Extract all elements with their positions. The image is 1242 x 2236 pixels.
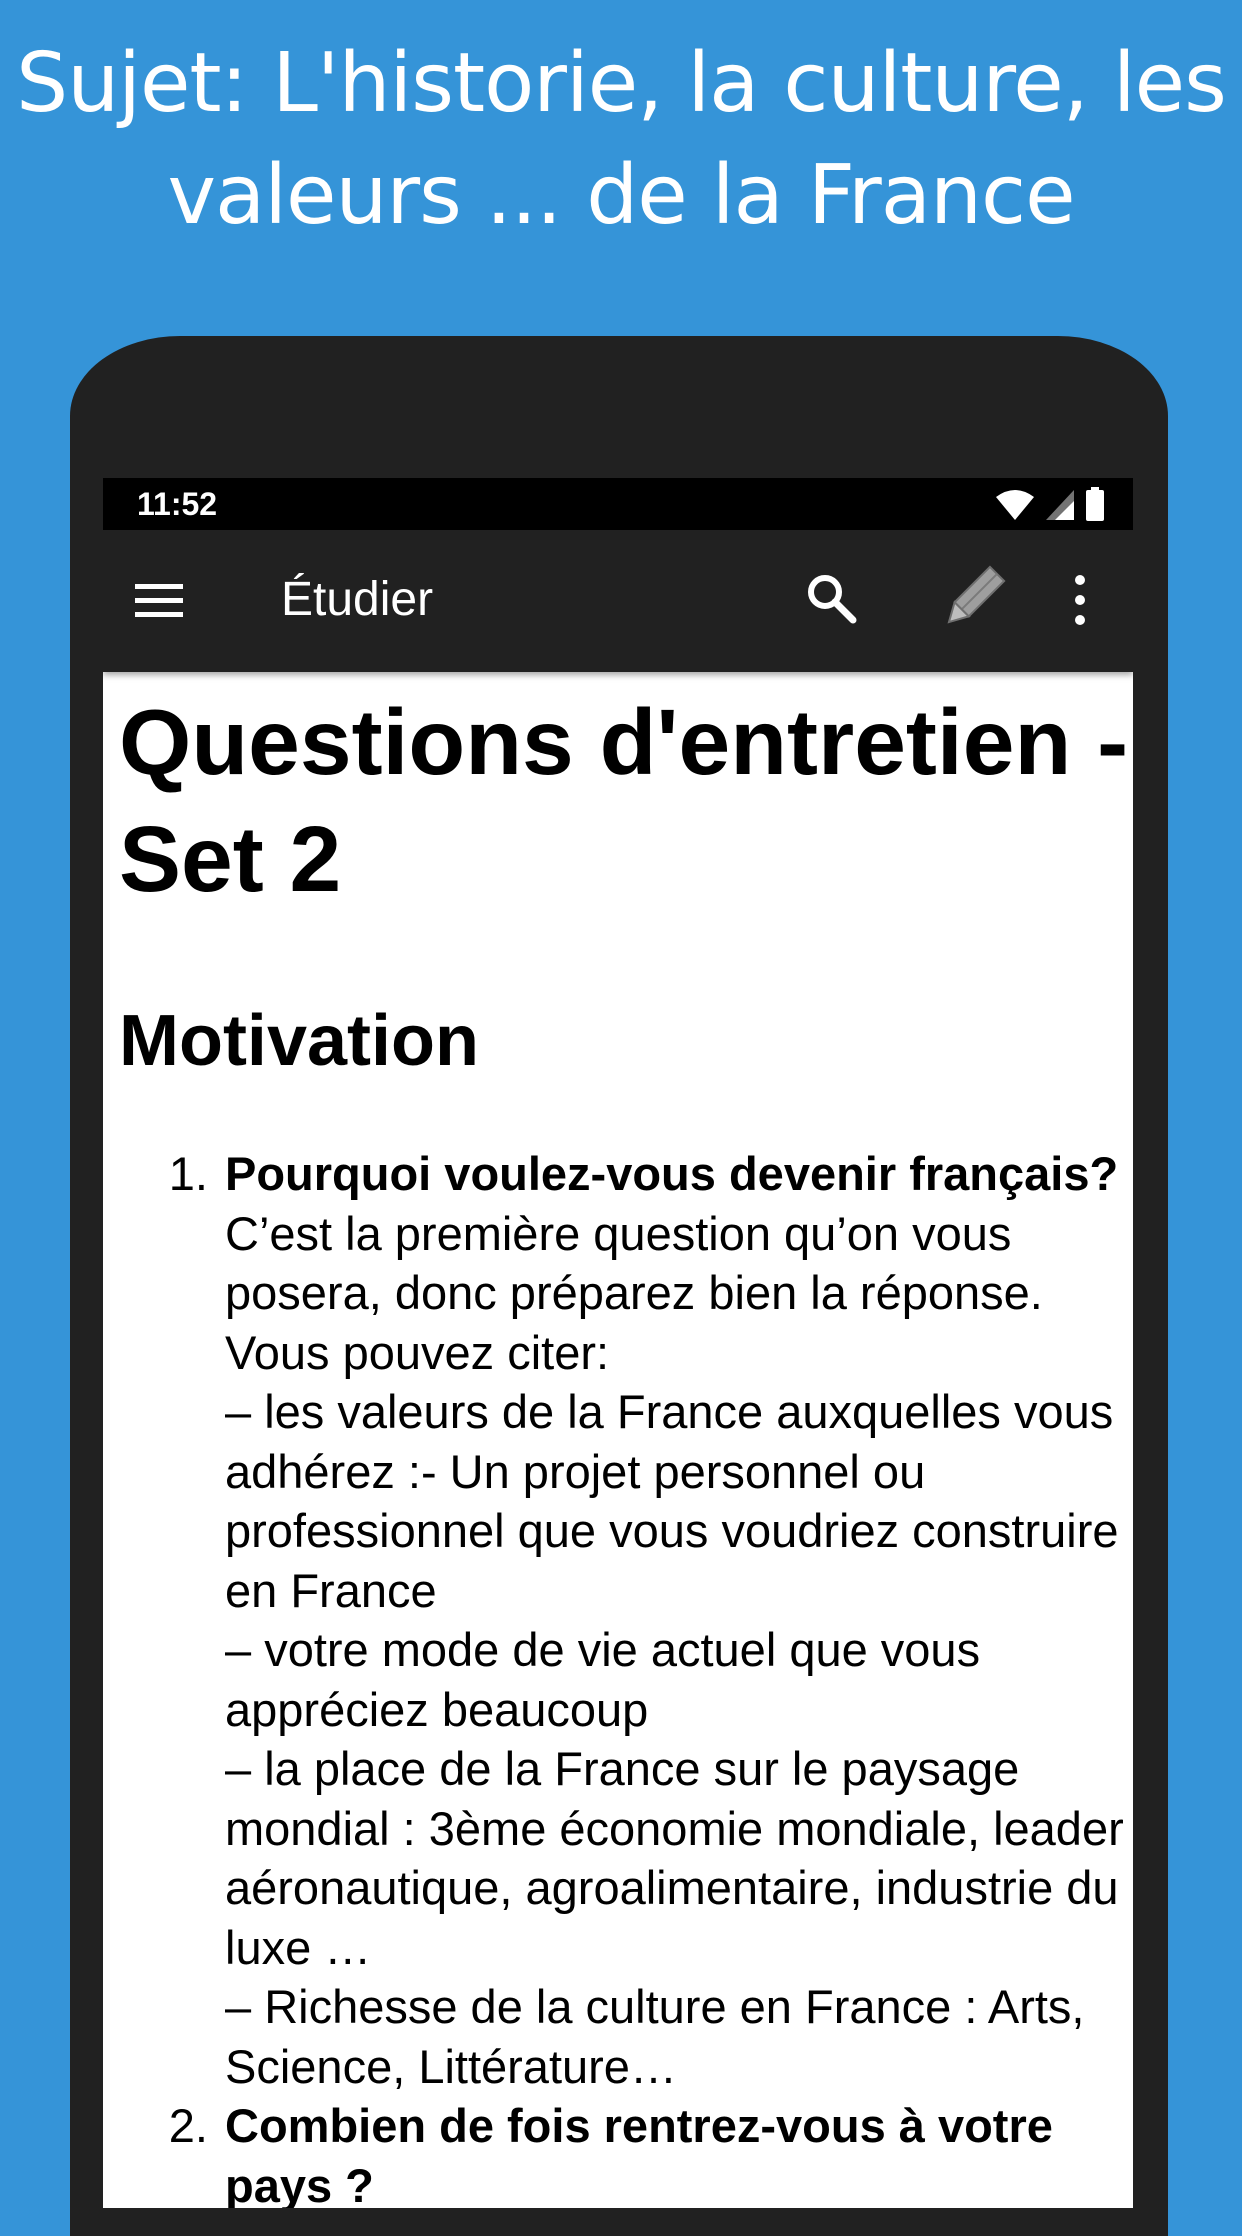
app-title: Étudier — [281, 573, 434, 626]
status-time: 11:52 — [137, 486, 218, 522]
status-icons — [995, 487, 1105, 525]
pencil-icon — [935, 565, 1011, 640]
answer-line: – la place de la France sur le paysage m… — [225, 1742, 1124, 1974]
answer-line: – votre mode de vie actuel que vous appr… — [225, 1623, 981, 1736]
app-bar: Étudier — [103, 530, 1133, 672]
question-list: Pourquoi voulez-vous devenir français? C… — [119, 1144, 1129, 2208]
list-item: Combien de fois rentrez-vous à votre pay… — [221, 2096, 1129, 2208]
battery-icon — [1085, 487, 1105, 525]
menu-button[interactable] — [133, 574, 187, 628]
article-title: Questions d'entretien - Set 2 — [119, 690, 1129, 911]
status-bar: 11:52 — [103, 478, 1133, 530]
more-vert-icon — [1065, 575, 1095, 634]
wifi-icon — [995, 489, 1035, 525]
edit-button[interactable] — [935, 560, 1011, 636]
article-content: Questions d'entretien - Set 2 Motivation… — [119, 684, 1129, 2208]
answer-line: – Richesse de la culture en France : Art… — [225, 1980, 1085, 2093]
question-title: Pourquoi voulez-vous devenir français? — [225, 1147, 1119, 1200]
more-options-button[interactable] — [1065, 570, 1095, 630]
search-icon — [803, 575, 861, 632]
headline-line-2: valeurs ... de la France — [167, 148, 1075, 243]
signal-icon — [1045, 489, 1075, 525]
headline-line-1: Sujet: L'historie, la culture, les — [16, 36, 1227, 131]
section-heading: Motivation — [119, 1001, 479, 1081]
phone-screen: 11:52 Étudier Questions d'entretien - Se… — [103, 478, 1133, 2208]
promo-headline: Sujet: L'historie, la culture, les valeu… — [0, 28, 1242, 252]
list-item: Pourquoi voulez-vous devenir français? C… — [221, 1144, 1129, 2096]
answer-line: – les valeurs de la France auxquelles vo… — [225, 1385, 1119, 1617]
question-title: Combien de fois rentrez-vous à votre pay… — [225, 2099, 1053, 2208]
menu-icon — [133, 584, 187, 632]
search-button[interactable] — [803, 570, 861, 628]
answer-line: C’est la première question qu’on vous po… — [225, 1206, 1043, 1379]
